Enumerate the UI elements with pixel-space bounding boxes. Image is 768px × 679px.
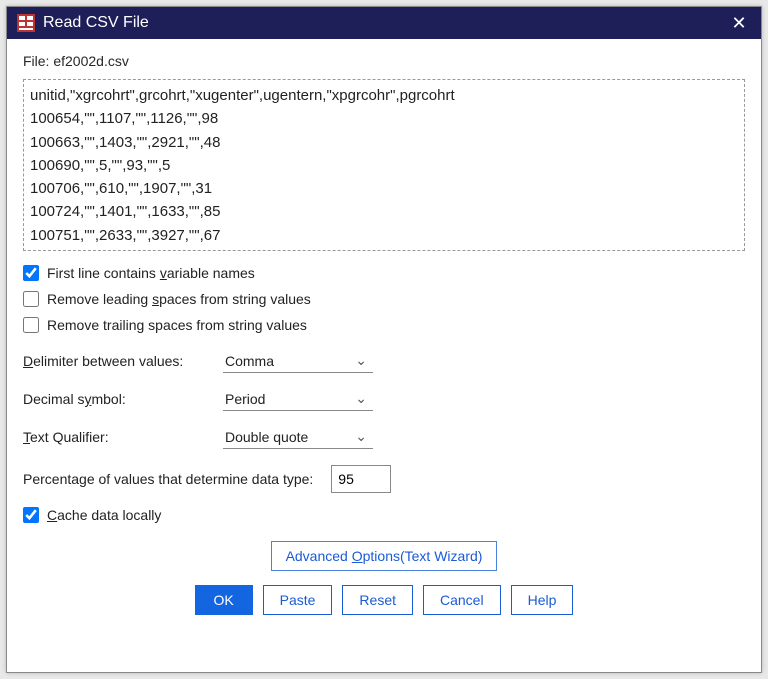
remove-trailing-row: Remove trailing spaces from string value… [23,317,745,333]
chevron-down-icon: ⌄ [355,390,367,407]
delimiter-value: Comma [225,353,274,369]
advanced-row: Advanced Options(Text Wizard) [23,541,745,571]
qualifier-value: Double quote [225,429,308,445]
delimiter-select[interactable]: Comma ⌄ [223,349,373,373]
dialog-window: Read CSV File ✕ File: ef2002d.csv First … [6,6,762,673]
remove-leading-row: Remove leading spaces from string values [23,291,745,307]
decimal-label: Decimal symbol: [23,391,223,407]
help-button[interactable]: Help [511,585,574,615]
reset-button[interactable]: Reset [342,585,413,615]
percentage-input[interactable] [331,465,391,493]
ok-button[interactable]: OK [195,585,253,615]
titlebar[interactable]: Read CSV File ✕ [7,7,761,39]
delimiter-label: Delimiter between values: [23,353,223,369]
remove-leading-label[interactable]: Remove leading spaces from string values [47,291,311,307]
first-line-row: First line contains variable names [23,265,745,281]
cache-checkbox[interactable] [23,507,39,523]
dialog-content: File: ef2002d.csv First line contains va… [7,39,761,672]
close-icon[interactable]: ✕ [727,13,751,34]
cache-row: Cache data locally [23,507,745,523]
settings-grid: Delimiter between values: Comma ⌄ Decima… [23,349,745,449]
cache-label[interactable]: Cache data locally [47,507,161,523]
cancel-button[interactable]: Cancel [423,585,501,615]
percentage-label: Percentage of values that determine data… [23,471,313,487]
chevron-down-icon: ⌄ [355,428,367,445]
remove-trailing-checkbox[interactable] [23,317,39,333]
remove-trailing-label[interactable]: Remove trailing spaces from string value… [47,317,307,333]
decimal-select[interactable]: Period ⌄ [223,387,373,411]
qualifier-select[interactable]: Double quote ⌄ [223,425,373,449]
first-line-checkbox[interactable] [23,265,39,281]
file-label: File: [23,53,49,69]
first-line-label[interactable]: First line contains variable names [47,265,255,281]
csv-preview[interactable] [23,79,745,251]
decimal-value: Period [225,391,265,407]
dialog-buttons: OK Paste Reset Cancel Help [23,585,745,615]
file-label-row: File: ef2002d.csv [23,53,745,69]
chevron-down-icon: ⌄ [355,352,367,369]
percentage-row: Percentage of values that determine data… [23,465,745,493]
qualifier-label: Text Qualifier: [23,429,223,445]
window-title: Read CSV File [43,14,727,32]
paste-button[interactable]: Paste [263,585,333,615]
app-icon [17,14,35,32]
file-name: ef2002d.csv [53,53,129,69]
remove-leading-checkbox[interactable] [23,291,39,307]
advanced-options-button[interactable]: Advanced Options(Text Wizard) [271,541,498,571]
